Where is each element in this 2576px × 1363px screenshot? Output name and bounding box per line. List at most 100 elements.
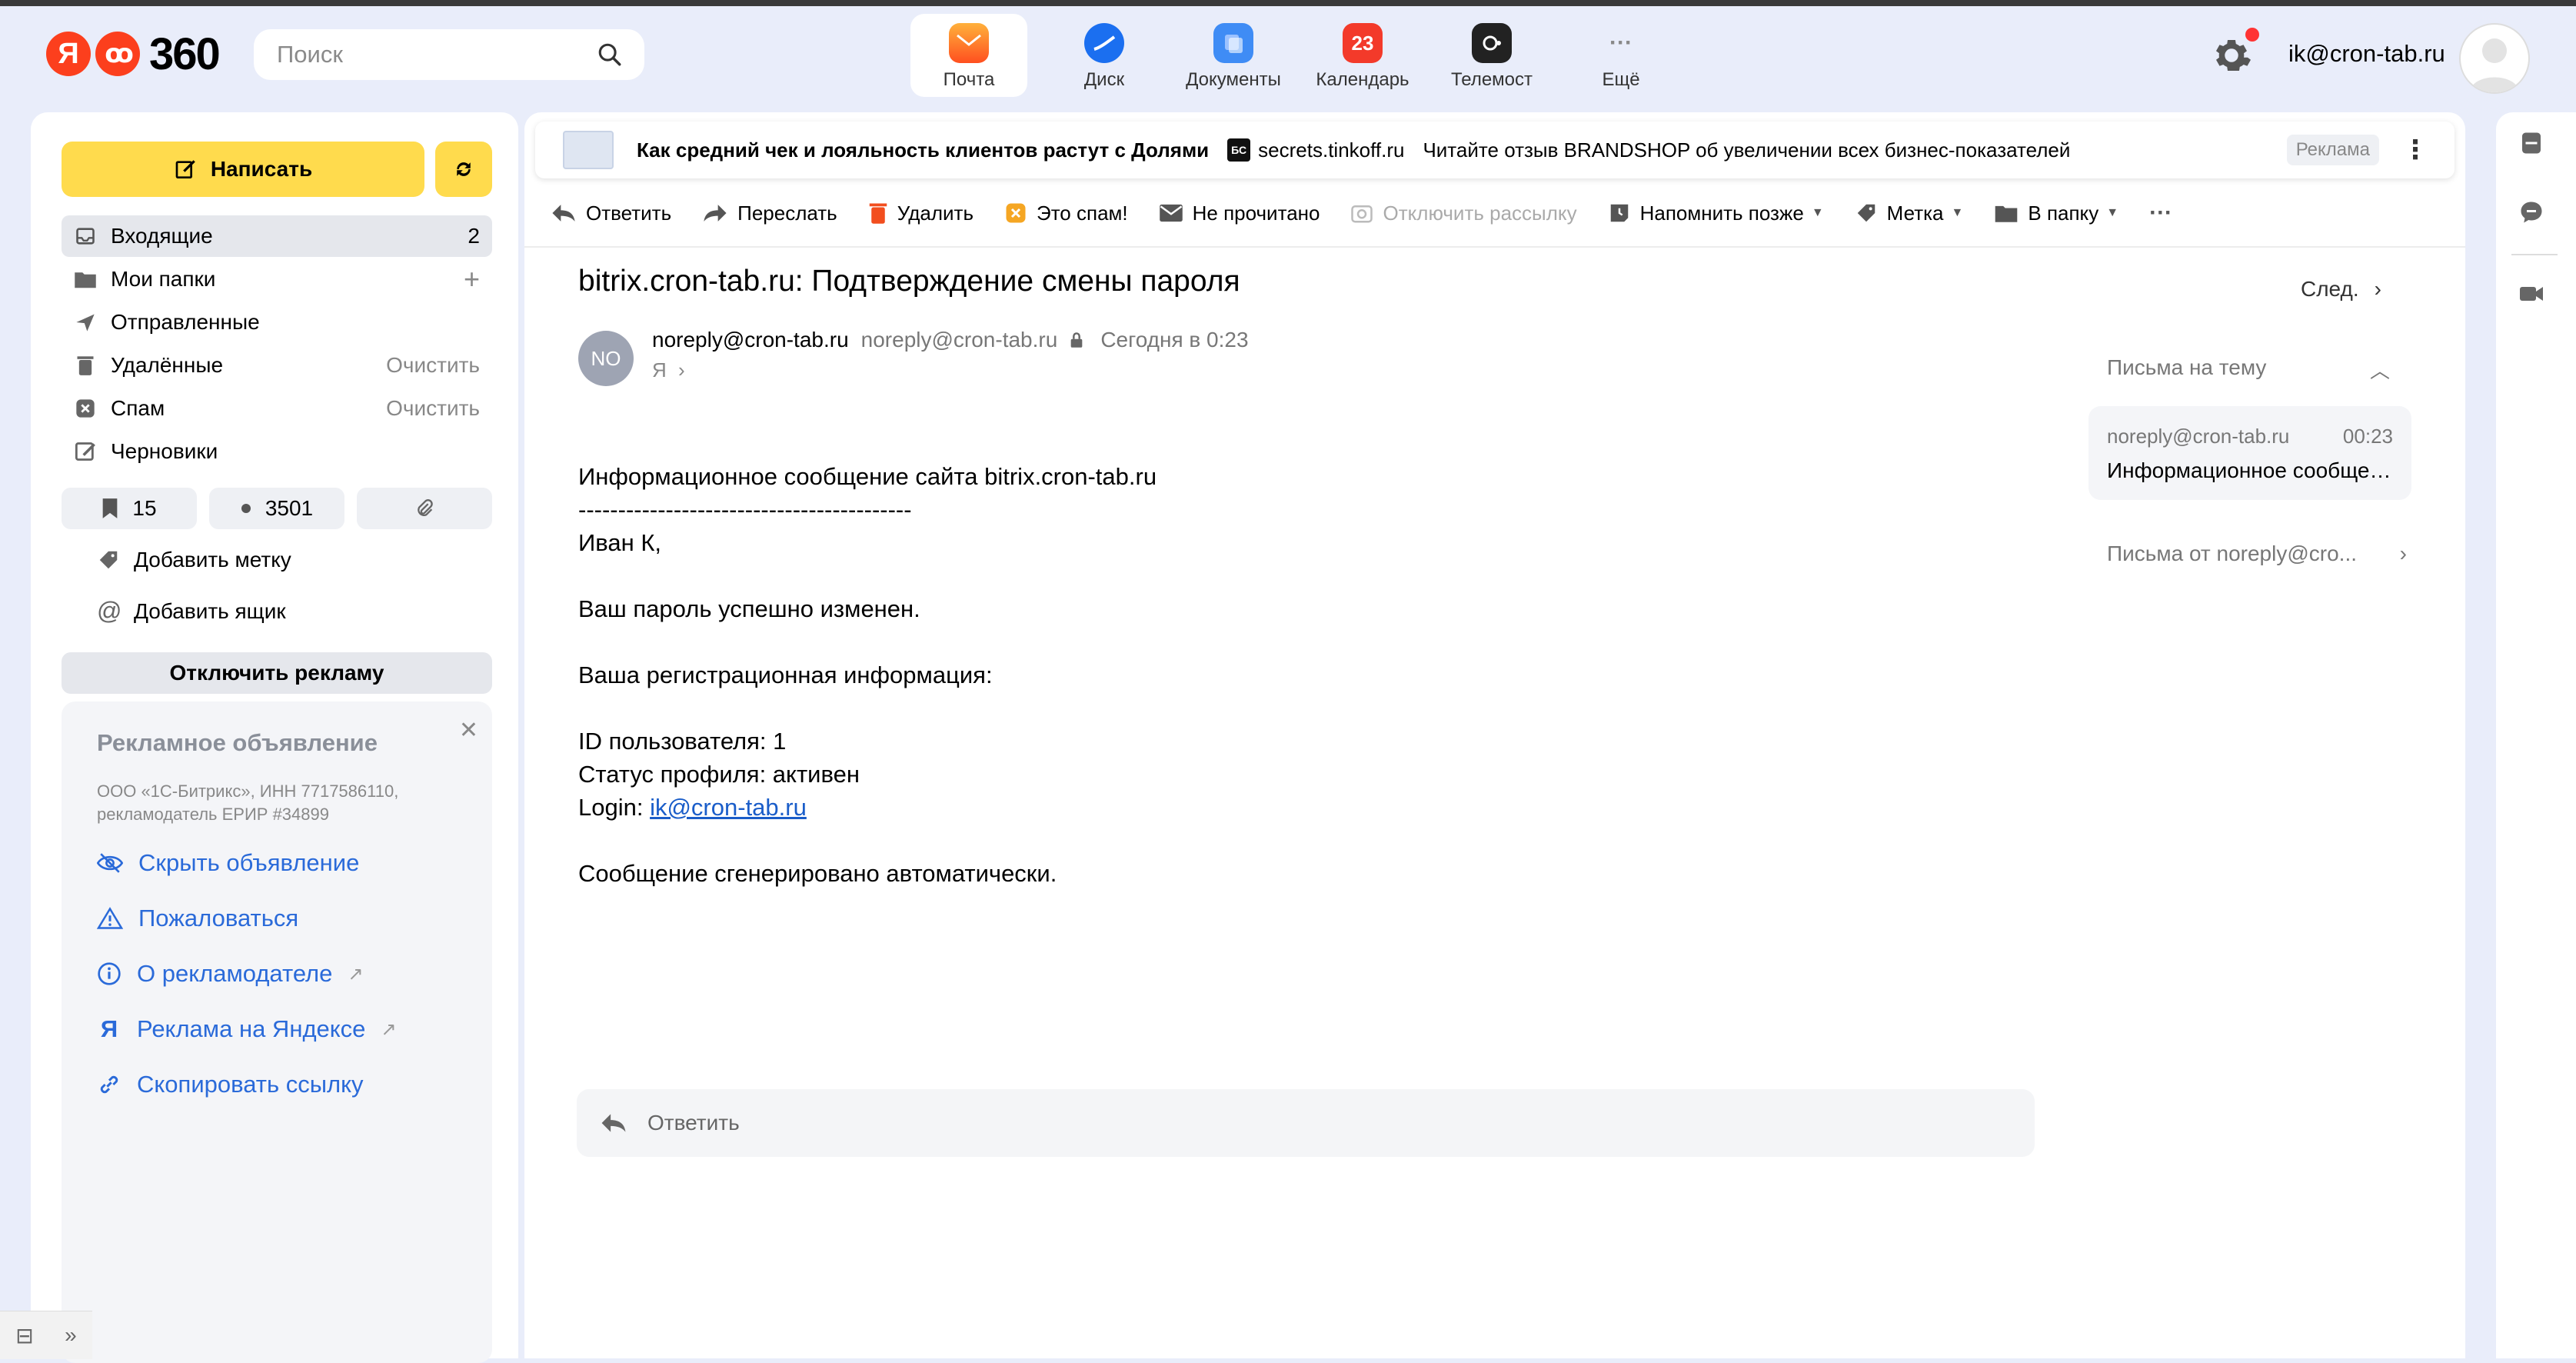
thread-item[interactable]: noreply@cron-tab.ru 00:23 Информационное… [2088, 406, 2411, 500]
mark-unread-button[interactable]: Не прочитано [1159, 202, 1320, 225]
add-mailbox-link[interactable]: @ Добавить ящик [97, 597, 286, 625]
advertiser-info-link[interactable]: О рекламодателе ↗ [97, 960, 363, 988]
reply-label: Ответить [586, 201, 672, 225]
folder-drafts[interactable]: Черновики [62, 431, 492, 472]
refresh-icon [457, 162, 471, 176]
quick-reply-field[interactable]: Ответить [577, 1089, 2035, 1157]
reply-button[interactable]: Ответить [551, 202, 671, 225]
spam-button[interactable]: Это спам! [1004, 202, 1128, 225]
folder-sent[interactable]: Отправленные [62, 302, 492, 343]
trash-icon [74, 354, 97, 377]
forward-button[interactable]: Переслать [702, 202, 837, 225]
clear-spam-button[interactable]: Очистить [386, 396, 480, 421]
hide-ad-text: Скрыть объявление [138, 849, 360, 876]
paperclip-icon [418, 499, 433, 516]
folder-trash[interactable]: Удалённые Очистить [62, 345, 492, 386]
app-mail[interactable]: Почта [910, 14, 1027, 97]
close-icon[interactable]: ✕ [459, 717, 478, 744]
ad-menu-icon[interactable]: ⋮ [2402, 135, 2428, 165]
layout-icon[interactable]: ⊟ [15, 1323, 33, 1348]
filter-unread[interactable]: 3501 [209, 488, 344, 529]
drafts-icon [74, 440, 97, 463]
body-greeting: Иван К, [578, 529, 662, 556]
sender-address[interactable]: noreply@cron-tab.ru [861, 328, 1058, 352]
recipient-me: Я [652, 358, 667, 382]
remind-later-button[interactable]: Напомнить позже ▼ [1608, 202, 1824, 225]
toolbar-divider [524, 246, 2465, 248]
video-call-icon[interactable] [2516, 278, 2547, 309]
ad-card: Рекламное объявление ✕ ООО «1С-Битрикс»,… [62, 701, 492, 1363]
unsubscribe-button[interactable]: Отключить рассылку [1350, 202, 1577, 225]
expand-icon[interactable]: » [65, 1323, 77, 1348]
folder-label: Входящие [111, 224, 213, 248]
sender-avatar[interactable]: NO [578, 331, 634, 386]
next-message-button[interactable]: След. › [2301, 277, 2381, 302]
move-to-folder-button[interactable]: В папку ▼ [1994, 202, 2118, 225]
disable-ads-button[interactable]: Отключить рекламу [62, 652, 492, 694]
recipients[interactable]: Я › [652, 358, 685, 382]
bottom-toolbar: ⊟ » [0, 1311, 92, 1359]
app-disk[interactable]: Диск [1040, 14, 1169, 97]
hide-ad-link[interactable]: Скрыть объявление [97, 849, 359, 877]
report-ad-link[interactable]: Пожаловаться [97, 905, 298, 932]
yandex-ads-link[interactable]: Я Реклама на Яндексе ↗ [97, 1015, 397, 1043]
search-icon[interactable] [597, 42, 623, 68]
app-more[interactable]: ··· Ещё [1556, 14, 1686, 97]
chat-icon[interactable] [2516, 197, 2547, 228]
notes-icon[interactable] [2516, 128, 2547, 158]
documents-icon [1213, 23, 1253, 63]
search-box[interactable] [254, 29, 644, 80]
chevron-down-icon: ▼ [2106, 206, 2119, 219]
add-label-link[interactable]: Добавить метку [97, 548, 291, 572]
envelope-icon [1159, 204, 1183, 222]
folder-my-folders[interactable]: Мои папки + [62, 258, 492, 300]
tag-icon [99, 551, 118, 569]
sender-name[interactable]: noreply@cron-tab.ru [652, 328, 849, 352]
search-input[interactable] [275, 40, 571, 69]
filter-bookmarks[interactable]: 15 [62, 488, 197, 529]
user-email[interactable]: ik@cron-tab.ru [2288, 40, 2445, 68]
external-link-icon: ↗ [348, 963, 364, 985]
chevron-right-icon: › [2374, 277, 2381, 301]
ad-title: Рекламное объявление [97, 729, 378, 756]
notification-dot [2245, 28, 2259, 42]
app-telemost[interactable]: Телемост [1427, 14, 1556, 97]
login-email-link[interactable]: ik@cron-tab.ru [650, 794, 807, 821]
tag-icon [1857, 204, 1875, 222]
sent-icon [74, 311, 97, 334]
letters-from-sender-link[interactable]: Письма от noreply@cro... › [2107, 542, 2407, 566]
delete-button[interactable]: Удалить [868, 202, 973, 225]
label-button[interactable]: Метка ▼ [1855, 202, 1963, 225]
folder-label: Черновики [111, 439, 218, 463]
logo-mark-icon: ꝏ [95, 32, 140, 76]
user-avatar[interactable] [2459, 23, 2530, 94]
clock-icon [1610, 204, 1628, 222]
filter-attachments[interactable] [357, 488, 492, 529]
app-calendar[interactable]: 23 Календарь [1298, 14, 1427, 97]
copy-link-link[interactable]: Скопировать ссылку [97, 1071, 364, 1098]
folder-spam[interactable]: Спам Очистить [62, 388, 492, 429]
folder-label: Спам [111, 396, 165, 420]
refresh-button[interactable] [435, 142, 492, 197]
more-actions-icon[interactable]: ··· [2149, 200, 2172, 226]
services-nav: Почта Диск Документы 23 Календарь Телемо… [910, 14, 1686, 97]
chevron-right-icon: › [678, 358, 685, 382]
app-documents[interactable]: Документы [1169, 14, 1298, 97]
body-line: ID пользователя: 1 [578, 728, 787, 755]
advertiser-info-text: О рекламодателе [137, 960, 333, 987]
clear-trash-button[interactable]: Очистить [386, 353, 480, 378]
bookmark-icon [103, 498, 118, 518]
ad-banner[interactable]: Как средний чек и лояльность клиентов ра… [535, 122, 2455, 178]
add-folder-button[interactable]: + [464, 263, 480, 295]
chevron-up-icon[interactable]: ︿ [2370, 355, 2390, 384]
app-label: Ещё [1602, 69, 1640, 90]
add-mailbox-text: Добавить ящик [134, 598, 286, 623]
body-line: Сообщение сгенерировано автоматически. [578, 860, 1057, 887]
delete-label: Удалить [897, 201, 973, 225]
compose-button[interactable]: Написать [62, 142, 424, 197]
folder-inbox[interactable]: Входящие 2 [62, 215, 492, 257]
thread-header[interactable]: Письма на тему [2107, 355, 2266, 380]
yandex-360-logo[interactable]: Я ꝏ 360 [46, 29, 221, 79]
calendar-icon: 23 [1343, 23, 1383, 63]
app-label: Календарь [1316, 69, 1409, 90]
